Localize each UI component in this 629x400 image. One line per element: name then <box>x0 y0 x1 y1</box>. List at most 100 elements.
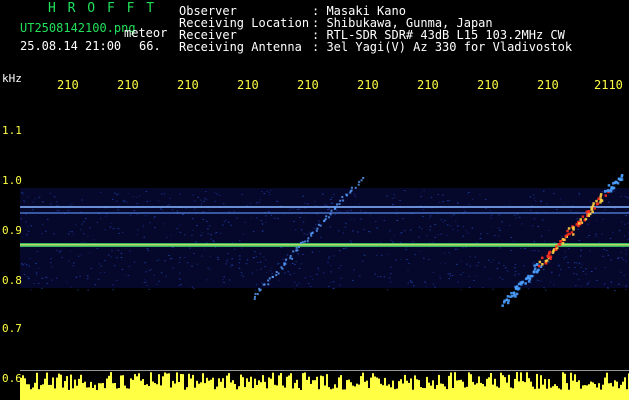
power-bar <box>330 389 332 400</box>
noise-speck <box>295 261 297 263</box>
noise-speck <box>448 252 450 254</box>
meteor-trace <box>533 267 537 270</box>
noise-speck <box>265 272 268 273</box>
power-bar <box>308 376 310 400</box>
power-bar <box>192 374 194 400</box>
noise-speck <box>146 201 148 203</box>
noise-speck <box>204 191 207 192</box>
noise-speck <box>596 280 598 281</box>
noise-speck <box>456 225 459 227</box>
power-bar <box>200 382 202 400</box>
noise-speck <box>430 196 433 198</box>
power-bar <box>450 372 452 400</box>
noise-speck <box>342 232 345 234</box>
noise-speck <box>67 210 70 212</box>
noise-speck <box>551 271 553 273</box>
noise-speck <box>213 240 215 242</box>
power-bar <box>238 386 240 400</box>
noise-speck <box>625 289 627 291</box>
noise-speck <box>218 194 221 196</box>
noise-speck <box>536 279 538 281</box>
noise-speck <box>499 229 501 231</box>
noise-speck <box>225 263 227 265</box>
noise-speck <box>392 204 394 205</box>
power-bar <box>394 389 396 400</box>
power-bar <box>468 372 470 400</box>
noise-speck <box>614 290 616 291</box>
power-bar <box>110 372 112 400</box>
noise-speck <box>23 200 25 201</box>
noise-speck <box>308 283 310 285</box>
meteor-trace <box>342 199 345 202</box>
meteor-trace <box>510 291 513 295</box>
noise-speck <box>53 233 55 235</box>
meteor-trace <box>349 190 352 193</box>
noise-speck <box>195 241 197 243</box>
noise-speck <box>311 251 314 253</box>
power-bar <box>240 374 242 400</box>
noise-speck <box>603 249 605 250</box>
noise-speck <box>488 278 491 280</box>
noise-speck <box>420 196 422 197</box>
power-bar <box>162 376 164 400</box>
x-tick-label: 210 <box>117 78 139 92</box>
noise-speck <box>428 259 430 260</box>
noise-speck <box>217 259 220 260</box>
meteor-trace <box>552 249 555 253</box>
noise-speck <box>558 274 561 276</box>
power-bar <box>338 377 340 400</box>
meteor-trace <box>254 292 257 295</box>
noise-speck <box>405 247 408 249</box>
noise-speck <box>208 210 211 211</box>
power-bar <box>80 374 82 400</box>
noise-speck <box>589 250 591 252</box>
noise-speck <box>529 196 532 198</box>
noise-speck <box>539 280 542 282</box>
power-bar <box>470 374 472 400</box>
noise-speck <box>178 284 181 286</box>
noise-speck <box>560 268 562 270</box>
power-bar <box>140 380 142 400</box>
noise-speck <box>610 281 613 283</box>
noise-speck <box>210 234 212 236</box>
noise-speck <box>479 194 481 196</box>
noise-speck <box>268 192 270 193</box>
noise-speck <box>330 271 332 273</box>
power-bar <box>22 375 24 400</box>
noise-speck <box>70 286 72 288</box>
noise-speck <box>294 264 296 265</box>
meteor-trace <box>590 208 594 211</box>
noise-speck <box>293 288 296 290</box>
meteor-trace <box>317 223 320 226</box>
noise-speck <box>21 263 23 265</box>
power-bar <box>98 383 100 400</box>
noise-speck <box>533 197 536 199</box>
power-bar <box>132 379 134 400</box>
noise-speck <box>438 201 441 203</box>
noise-speck <box>70 250 73 252</box>
power-bar <box>382 385 384 400</box>
noise-speck <box>123 274 126 276</box>
noise-speck <box>158 259 160 261</box>
power-bar <box>108 375 110 400</box>
noise-speck <box>268 194 271 196</box>
noise-speck <box>396 209 398 211</box>
noise-speck <box>604 209 606 211</box>
noise-speck <box>117 209 120 211</box>
meteor-trace <box>541 256 544 260</box>
power-bar <box>128 388 130 400</box>
power-bar <box>350 382 352 400</box>
noise-speck <box>390 239 393 241</box>
noise-speck <box>404 190 406 192</box>
power-bar <box>438 374 440 400</box>
power-bar <box>120 375 122 400</box>
noise-speck <box>589 201 592 203</box>
noise-speck <box>327 209 329 211</box>
noise-speck <box>494 235 496 236</box>
power-bar <box>560 389 562 400</box>
noise-speck <box>127 274 130 276</box>
power-bar <box>422 388 424 400</box>
noise-speck <box>83 233 85 235</box>
noise-speck <box>460 260 462 262</box>
noise-speck <box>202 219 205 220</box>
